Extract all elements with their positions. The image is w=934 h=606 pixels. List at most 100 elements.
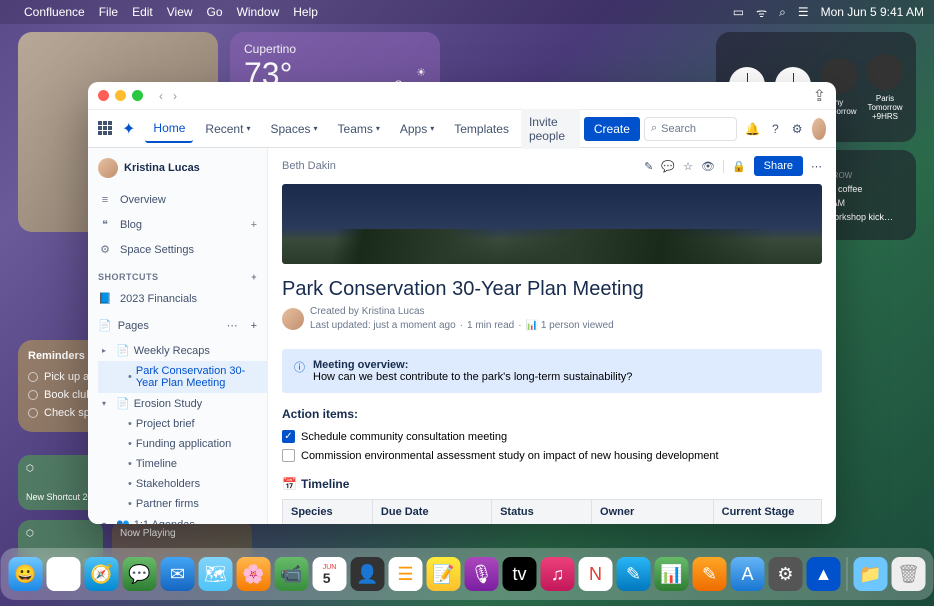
tree-item[interactable]: •Project brief	[98, 414, 267, 434]
tree-item[interactable]: ▸📄Weekly Recaps	[98, 340, 267, 361]
dock-facetime[interactable]: 📹	[275, 557, 309, 591]
action-item: ✓Schedule community consultation meeting	[282, 427, 822, 446]
timeline-table: SpeciesDue DateStatusOwnerCurrent Stage …	[282, 499, 822, 524]
expand-icon[interactable]: ▸	[102, 346, 106, 355]
dock-messages[interactable]: 💬	[123, 557, 157, 591]
invite-people-button[interactable]: Invite people	[521, 109, 580, 149]
dock-confluence[interactable]: ▲	[807, 557, 841, 591]
dock-finder[interactable]: 😀	[9, 557, 43, 591]
author-avatar[interactable]	[282, 308, 304, 330]
wifi-icon[interactable]: ᯤ	[756, 4, 767, 21]
maximize-button[interactable]	[132, 90, 143, 101]
dock-downloads[interactable]: 📁	[854, 557, 888, 591]
menubar-item[interactable]: View	[167, 5, 193, 19]
expand-icon[interactable]: ▾	[102, 399, 106, 408]
timeline-header: 📅Timeline	[268, 467, 836, 495]
checkbox[interactable]: ✓	[282, 430, 295, 443]
restrictions-icon[interactable]: 🔒	[723, 160, 746, 173]
tree-item[interactable]: •Funding application	[98, 434, 267, 454]
notifications-icon[interactable]: 🔔	[745, 118, 760, 140]
menubar-datetime[interactable]: Mon Jun 5 9:41 AM	[821, 5, 924, 19]
space-header[interactable]: Kristina Lucas	[88, 148, 267, 188]
plus-icon[interactable]: +	[251, 320, 257, 332]
menubar-item[interactable]: Window	[237, 5, 280, 19]
confluence-window: ‹ › ⇪ ✦ Home Recent▾ Spaces▾ Teams▾ Apps▾…	[88, 82, 836, 524]
breadcrumb[interactable]: Beth Dakin	[282, 160, 336, 172]
menubar-item[interactable]: Help	[293, 5, 318, 19]
battery-icon[interactable]: ▭	[733, 5, 744, 19]
comment-icon[interactable]: 💬	[661, 160, 675, 173]
star-icon[interactable]: ☆	[683, 160, 693, 173]
sidebar-space-settings[interactable]: ⚙Space Settings	[88, 237, 267, 262]
dock-pages[interactable]: ✎	[693, 557, 727, 591]
close-button[interactable]	[98, 90, 109, 101]
nav-recent[interactable]: Recent▾	[197, 116, 258, 142]
menubar-item[interactable]: Go	[207, 5, 223, 19]
pages-header[interactable]: 📄Pages⋯+	[88, 311, 267, 340]
dock-maps[interactable]: 🗺	[199, 557, 233, 591]
menubar-item[interactable]: Edit	[132, 5, 153, 19]
dock-settings[interactable]: ⚙	[769, 557, 803, 591]
page-icon: 📄	[116, 397, 130, 410]
checkbox[interactable]	[282, 449, 295, 462]
tree-item[interactable]: •Timeline	[98, 454, 267, 474]
dock-music[interactable]: ♫	[541, 557, 575, 591]
page-byline: Created by Kristina Lucas Last updated: …	[268, 305, 836, 343]
share-button[interactable]: Share	[754, 156, 803, 176]
dock-podcasts[interactable]: 🎙	[465, 557, 499, 591]
dock-photos[interactable]: 🌸	[237, 557, 271, 591]
edit-icon[interactable]: ✎	[644, 160, 653, 173]
help-icon[interactable]: ?	[768, 118, 782, 140]
plus-icon[interactable]: +	[251, 219, 257, 231]
sidebar: Kristina Lucas ≡Overview ❝Blog+ ⚙Space S…	[88, 148, 268, 524]
dock-contacts[interactable]: 👤	[351, 557, 385, 591]
dock-mail[interactable]: ✉	[161, 557, 195, 591]
menubar-app[interactable]: Confluence	[24, 5, 85, 19]
expand-icon[interactable]: ▾	[102, 520, 106, 524]
app-switcher-icon[interactable]	[98, 121, 112, 137]
settings-icon[interactable]: ⚙	[790, 118, 804, 140]
gear-icon: ⚙	[98, 243, 112, 256]
dock-trash[interactable]: 🗑	[892, 557, 926, 591]
tree-item[interactable]: •Park Conservation 30-Year Plan Meeting	[98, 361, 267, 393]
dock-launchpad[interactable]: ▦	[47, 557, 81, 591]
page-content: Beth Dakin ✎ 💬 ☆ 👁 🔒 Share ⋯ Park Conser…	[268, 148, 836, 524]
tree-item[interactable]: •Stakeholders	[98, 474, 267, 494]
dock-appstore[interactable]: A	[731, 557, 765, 591]
search-input[interactable]: ⌕Search	[644, 117, 737, 141]
dock-calendar[interactable]: JUN5	[313, 557, 347, 591]
nav-teams[interactable]: Teams▾	[330, 116, 388, 142]
watch-icon[interactable]: 👁	[701, 160, 715, 173]
dock-safari[interactable]: 🧭	[85, 557, 119, 591]
dock-news[interactable]: N	[579, 557, 613, 591]
create-button[interactable]: Create	[584, 117, 640, 141]
more-icon[interactable]: ⋯	[227, 319, 239, 332]
sidebar-blog[interactable]: ❝Blog+	[88, 212, 267, 237]
back-button[interactable]: ‹	[159, 89, 163, 103]
dock-tv[interactable]: tv	[503, 557, 537, 591]
plus-icon[interactable]: +	[251, 272, 257, 282]
minimize-button[interactable]	[115, 90, 126, 101]
nav-apps[interactable]: Apps▾	[392, 116, 442, 142]
tree-item[interactable]: ▾📄Erosion Study	[98, 393, 267, 414]
sidebar-overview[interactable]: ≡Overview	[88, 188, 267, 212]
nav-templates[interactable]: Templates	[446, 116, 517, 142]
user-avatar[interactable]	[812, 118, 826, 140]
dock-numbers[interactable]: 📊	[655, 557, 689, 591]
nav-home[interactable]: Home	[145, 115, 193, 143]
dock-reminders[interactable]: ☰	[389, 557, 423, 591]
more-icon[interactable]: ⋯	[811, 160, 822, 173]
nav-spaces[interactable]: Spaces▾	[262, 116, 325, 142]
share-icon[interactable]: ⇪	[813, 86, 826, 106]
control-center-icon[interactable]: ☰	[798, 5, 809, 19]
menubar-item[interactable]: File	[99, 5, 118, 19]
forward-button[interactable]: ›	[173, 89, 177, 103]
search-icon[interactable]: ⌕	[779, 5, 786, 20]
dock-notes[interactable]: 📝	[427, 557, 461, 591]
confluence-logo-icon[interactable]: ✦	[122, 119, 135, 139]
tree-item[interactable]: ▾👥1:1 Agendas	[98, 514, 267, 524]
tree-item[interactable]: •Partner firms	[98, 494, 267, 514]
author-link[interactable]: Kristina Lucas	[362, 306, 425, 317]
shortcut-item[interactable]: 📘2023 Financials	[88, 286, 267, 311]
dock-freeform[interactable]: ✎	[617, 557, 651, 591]
